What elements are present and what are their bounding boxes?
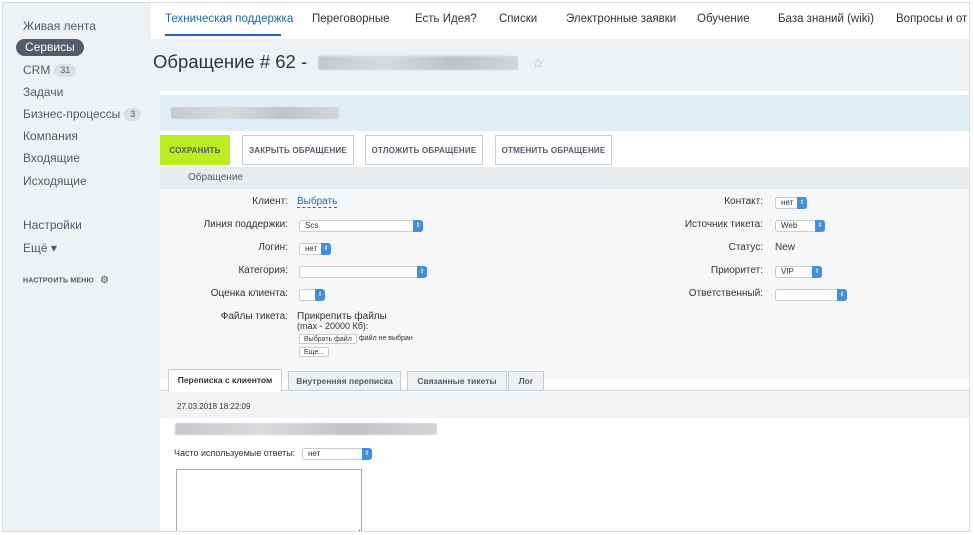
ticket-source-select[interactable]: Web ⇕ — [775, 220, 825, 232]
section-header: Обращение — [160, 167, 969, 189]
chevron-updown-icon: ⇕ — [413, 220, 423, 232]
tab-linked-tickets[interactable]: Связанные тикеты — [407, 371, 507, 391]
sidebar-item-inbox[interactable]: Входящие — [23, 148, 80, 168]
client-rating-label: Оценка клиента: — [210, 288, 288, 299]
chevron-updown-icon: ⇕ — [837, 289, 847, 301]
configure-menu-button[interactable]: НАСТРОИТЬ МЕНЮ ⚙ — [23, 275, 109, 286]
sidebar: Живая лента Сервисы CRM 31 Задачи Бизнес-… — [3, 3, 151, 531]
tab-meeting-rooms[interactable]: Переговорные — [312, 13, 390, 25]
tab-internal-correspondence[interactable]: Внутренняя переписка — [288, 371, 401, 391]
client-label: Клиент: — [252, 196, 288, 207]
tab-training[interactable]: Обучение — [697, 13, 750, 25]
ticket-tabs: Переписка с клиентом Внутренняя переписк… — [160, 369, 969, 392]
category-label: Категория: — [238, 265, 288, 276]
reply-textarea[interactable] — [176, 469, 362, 531]
chevron-updown-icon: ⇕ — [321, 243, 331, 255]
responsible-select[interactable]: ⇕ — [775, 289, 847, 301]
sidebar-item-outbox[interactable]: Исходящие — [23, 171, 87, 191]
sidebar-item-feed[interactable]: Живая лента — [23, 16, 96, 36]
redacted-title — [318, 56, 519, 71]
ticket-source-label: Источник тикета: — [684, 219, 763, 230]
ticket-card: Сохранить Закрыть обращение Отложить обр… — [160, 91, 969, 531]
priority-select[interactable]: VIP ⇕ — [775, 266, 822, 278]
sidebar-item-company[interactable]: Компания — [23, 126, 78, 146]
bizproc-count-badge: 3 — [124, 108, 142, 122]
support-line-select[interactable]: Scs ⇕ — [299, 220, 423, 232]
tab-ideas[interactable]: Есть Идея? — [415, 13, 477, 25]
client-select-link[interactable]: Выбрать — [297, 196, 338, 208]
client-rating-select[interactable]: ⇕ — [299, 289, 325, 301]
tab-lists[interactable]: Списки — [499, 13, 537, 25]
tab-client-correspondence[interactable]: Переписка с клиентом — [168, 369, 282, 392]
top-navigation: Техническая поддержка Переговорные Есть … — [151, 3, 969, 39]
tab-knowledge-base[interactable]: База знаний (wiki) — [778, 13, 874, 25]
active-tab-indicator — [165, 34, 281, 36]
gear-icon: ⚙ — [99, 275, 110, 286]
no-file-text: файл не выбран — [359, 335, 413, 342]
attach-files-limit: (max - 20000 Кб): — [297, 321, 369, 331]
crm-count-badge: 31 — [54, 64, 77, 78]
faq-select[interactable]: нет ⇕ — [302, 448, 372, 460]
chevron-updown-icon: ⇕ — [417, 266, 427, 278]
priority-label: Приоритет: — [710, 265, 763, 276]
chevron-updown-icon: ⇕ — [362, 448, 372, 460]
sidebar-item-more[interactable]: Ещё ▾ — [23, 238, 57, 258]
tab-questions[interactable]: Вопросы и от — [896, 13, 967, 25]
tab-log[interactable]: Лог — [508, 371, 544, 391]
star-icon[interactable]: ☆ — [531, 55, 544, 71]
chevron-updown-icon: ⇕ — [315, 289, 325, 301]
contact-select[interactable]: нет ⇕ — [775, 197, 807, 209]
page-title: Обращение # 62 - ☆ — [153, 51, 544, 72]
save-button[interactable]: Сохранить — [160, 135, 230, 165]
tab-e-requests[interactable]: Электронные заявки — [566, 13, 676, 25]
message-timestamp: 27.03.2018 18:22:09 — [177, 402, 251, 411]
sidebar-item-settings[interactable]: Настройки — [23, 215, 82, 235]
sidebar-item-bizproc[interactable]: Бизнес-процессы 3 — [23, 104, 142, 124]
choose-file-button[interactable]: Выбрать файл — [299, 334, 357, 344]
status-label: Статус: — [728, 242, 763, 253]
responsible-label: Ответственный: — [688, 288, 763, 299]
sidebar-item-services[interactable]: Сервисы — [16, 39, 84, 56]
chevron-updown-icon: ⇕ — [815, 220, 825, 232]
support-line-label: Линия поддержки: — [203, 219, 288, 230]
postpone-ticket-button[interactable]: Отложить обращение — [365, 135, 483, 165]
cancel-ticket-button[interactable]: Отменить обращение — [495, 135, 612, 165]
message-header: 27.03.2018 18:22:09 — [160, 392, 969, 418]
sidebar-item-crm[interactable]: CRM 31 — [23, 60, 77, 80]
login-label: Логин: — [258, 242, 288, 253]
category-select[interactable]: ⇕ — [299, 266, 427, 278]
more-files-button[interactable]: Еще... — [299, 347, 330, 357]
sidebar-item-tasks[interactable]: Задачи — [23, 82, 63, 102]
faq-label: Часто используемые ответы: — [174, 448, 296, 458]
redacted-subject — [171, 107, 339, 119]
ticket-form: Клиент: Выбрать Линия поддержки: Scs ⇕ Ло… — [160, 189, 969, 379]
close-ticket-button[interactable]: Закрыть обращение — [242, 135, 354, 165]
contact-label: Контакт: — [724, 196, 763, 207]
ticket-header-band — [160, 95, 969, 131]
login-select[interactable]: нет ⇕ — [299, 243, 331, 255]
app-window: Живая лента Сервисы CRM 31 Задачи Бизнес-… — [2, 2, 970, 532]
chevron-updown-icon: ⇕ — [812, 266, 822, 278]
status-value: New — [775, 242, 796, 253]
chevron-updown-icon: ⇕ — [797, 197, 807, 209]
redacted-message — [175, 423, 437, 435]
tab-tech-support[interactable]: Техническая поддержка — [165, 13, 293, 25]
ticket-files-label: Файлы тикета: — [220, 311, 288, 322]
